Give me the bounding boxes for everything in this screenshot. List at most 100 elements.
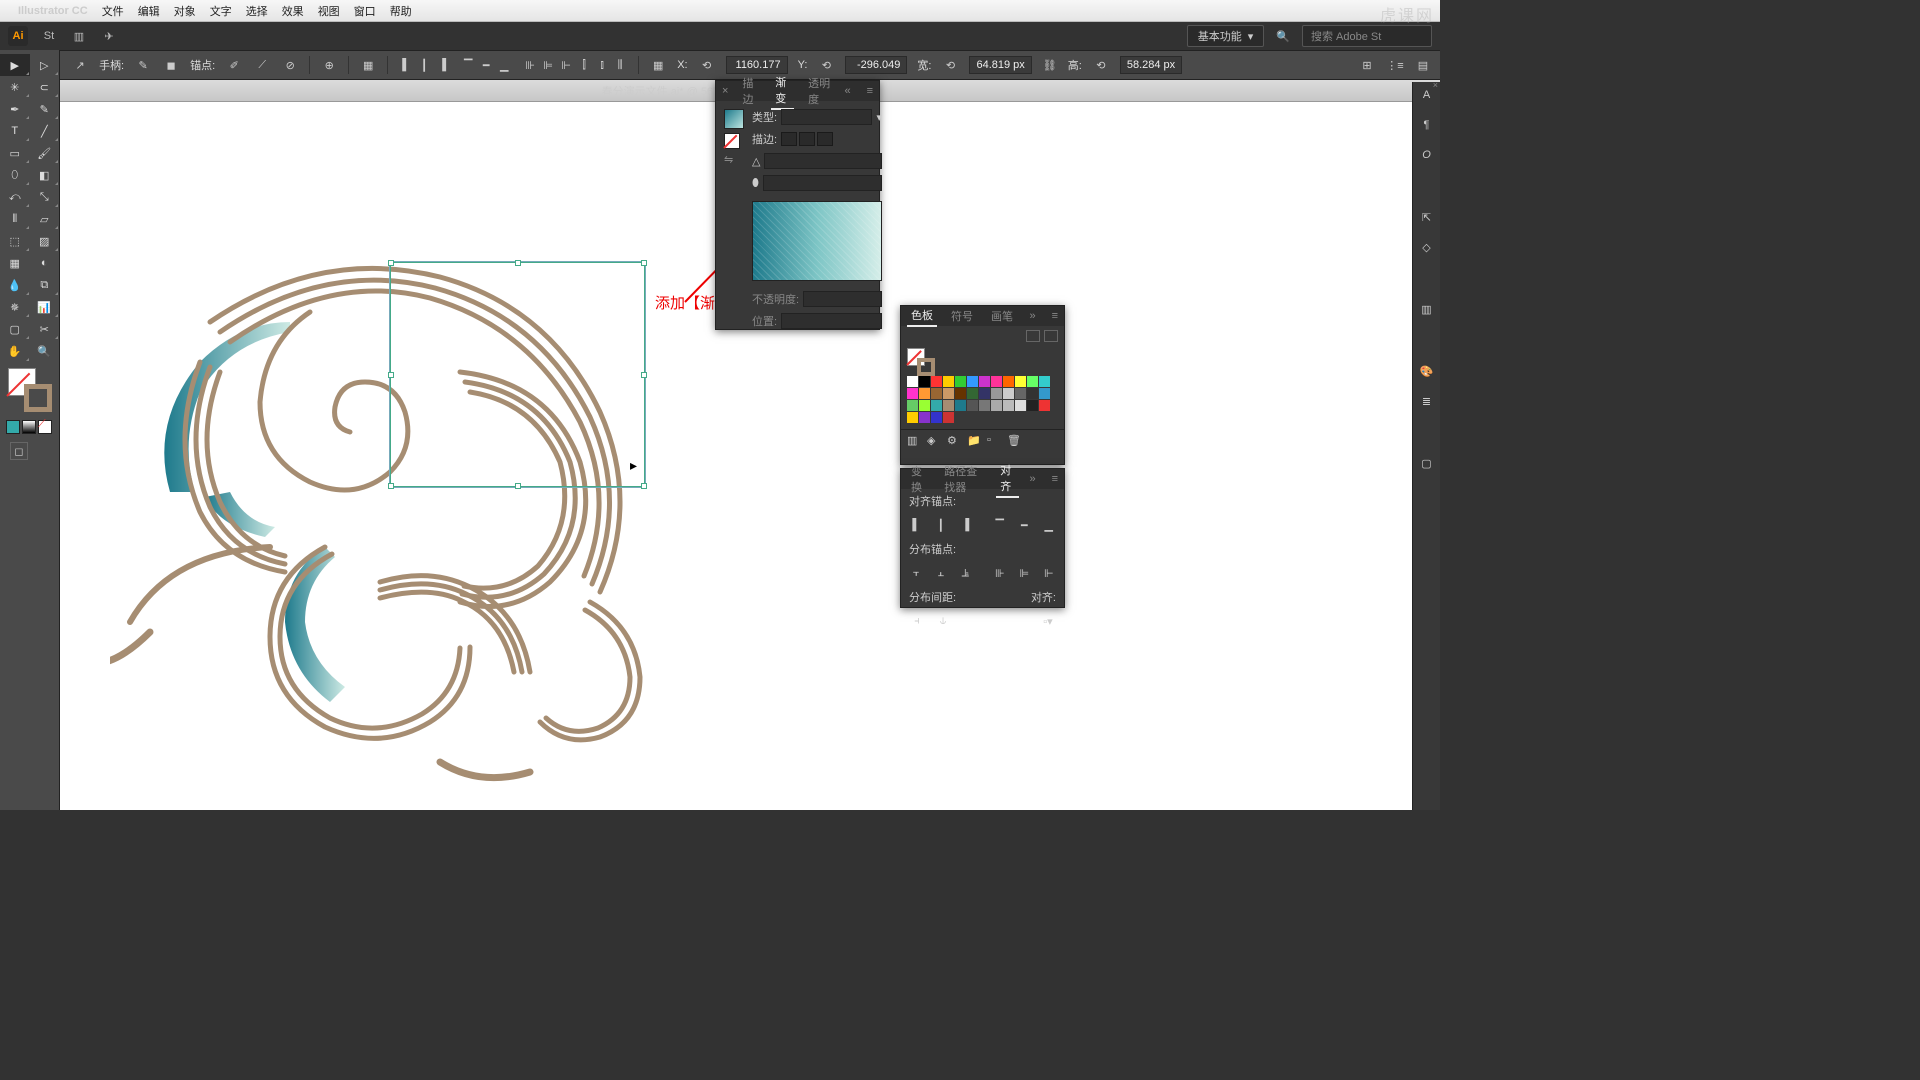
align-right-icon[interactable]: ▐ [958, 517, 973, 533]
y-link-icon[interactable]: ⟲ [817, 56, 835, 74]
swatch-grid[interactable] [901, 374, 1064, 425]
swatch-cell[interactable] [991, 400, 1002, 411]
align-hcenter-icon[interactable]: ┃ [934, 517, 949, 533]
app-name[interactable]: Illustrator CC [18, 5, 88, 17]
dist-bottom-icon[interactable]: ⫡ [958, 565, 973, 581]
x-link-icon[interactable]: ⟲ [698, 56, 716, 74]
menu-window[interactable]: 窗口 [354, 3, 376, 19]
swatch-cell[interactable] [919, 388, 930, 399]
swatch-fillstroke[interactable] [907, 348, 931, 372]
rotate-tool[interactable]: ⤺ [0, 186, 30, 208]
menu-edit[interactable]: 编辑 [138, 3, 160, 19]
swatch-cell[interactable] [967, 400, 978, 411]
position-input[interactable] [781, 313, 882, 329]
blend-tool[interactable]: ⧉ [30, 274, 60, 296]
tab-transform[interactable]: 变换 [907, 461, 930, 497]
swatch-cell[interactable] [943, 412, 954, 423]
handle-cut-icon[interactable]: ◼ [162, 56, 180, 74]
align-hcenter-icon[interactable]: ┃ [416, 56, 432, 74]
type-tool[interactable]: T [0, 120, 30, 142]
align-vcenter-icon[interactable]: ━ [1017, 517, 1032, 533]
swatch-cell[interactable] [955, 376, 966, 387]
arrange-icon[interactable]: ▥ [70, 27, 88, 45]
align-right-icon[interactable]: ▐ [434, 56, 450, 74]
workspace-dropdown[interactable]: 基本功能▾ [1187, 25, 1265, 47]
dock-glyphs-icon[interactable]: O [1418, 146, 1436, 164]
swatch-cell[interactable] [1039, 400, 1050, 411]
dist-hcenter-icon[interactable]: ⊫ [1017, 565, 1032, 581]
align-top-icon[interactable]: ▔ [993, 517, 1008, 533]
swatch-opts-icon[interactable]: ⚙ [947, 434, 961, 446]
selection-tool[interactable]: ▶ [0, 54, 30, 76]
rectangle-tool[interactable]: ▭ [0, 142, 30, 164]
swatch-cell[interactable] [919, 376, 930, 387]
gradient-tool[interactable]: ◐ [30, 252, 60, 274]
swatch-cell[interactable] [1027, 376, 1038, 387]
gradient-slider[interactable] [752, 201, 882, 281]
graph-tool[interactable]: 📊 [30, 296, 60, 318]
reverse-gradient-icon[interactable]: ⇋ [724, 153, 744, 166]
tab-brushes[interactable]: 画笔 [987, 306, 1017, 326]
tab-gradient[interactable]: 渐变 [771, 72, 794, 110]
shaper-tool[interactable]: ⬯ [0, 164, 30, 186]
swatch-cell[interactable] [979, 388, 990, 399]
swatch-cell[interactable] [1003, 376, 1014, 387]
dist-vspace-icon[interactable]: ⫞ [909, 613, 925, 629]
anchor-cut-icon[interactable]: ⊘ [281, 56, 299, 74]
new-group-icon[interactable]: 📁 [967, 434, 981, 446]
menu-object[interactable]: 对象 [174, 3, 196, 19]
eraser-tool[interactable]: ◧ [30, 164, 60, 186]
dist-hspace-icon[interactable]: ⫝ [935, 613, 951, 629]
draw-mode-icon[interactable]: ◻ [10, 442, 28, 460]
symbol-sprayer-tool[interactable]: ✵ [0, 296, 30, 318]
dock-paragraph-icon[interactable]: ¶ [1418, 116, 1436, 134]
panel-menu-icon[interactable]: ▤ [1414, 56, 1432, 74]
collapse-icon[interactable]: » [1029, 310, 1035, 322]
line-tool[interactable]: ╱ [30, 120, 60, 142]
align-left-icon[interactable]: ▌ [909, 517, 924, 533]
swatch-cell[interactable] [991, 388, 1002, 399]
swatch-cell[interactable] [967, 388, 978, 399]
none-swatch[interactable] [724, 133, 740, 149]
swatch-cell[interactable] [955, 400, 966, 411]
tab-stroke[interactable]: 描边 [738, 73, 761, 109]
gradient-type-dropdown[interactable] [781, 109, 872, 125]
dist-vcenter-icon[interactable]: ⫠ [934, 565, 949, 581]
dist-right-icon[interactable]: ⊩ [1042, 565, 1057, 581]
swatch-cell[interactable] [1039, 376, 1050, 387]
zoom-tool[interactable]: 🔍 [30, 340, 60, 362]
align-bottom-icon[interactable]: ▁ [496, 56, 512, 74]
selection-bounding-box[interactable] [390, 262, 645, 487]
search-icon[interactable]: 🔍 [1276, 30, 1290, 43]
tab-pathfinder[interactable]: 路径查找器 [940, 461, 986, 497]
menu-effect[interactable]: 效果 [282, 3, 304, 19]
swatch-cell[interactable] [955, 388, 966, 399]
panel-menu-icon[interactable]: ≡ [1052, 473, 1058, 485]
dist-h3-icon[interactable]: ⊩ [558, 56, 574, 74]
h-link-icon[interactable]: ⟲ [1092, 56, 1110, 74]
lasso-tool[interactable]: ⊂ [30, 76, 60, 98]
panel-menu-icon[interactable]: ≡ [867, 85, 873, 97]
swatch-cell[interactable] [1015, 400, 1026, 411]
swatch-cell[interactable] [919, 412, 930, 423]
dock-artboards-icon[interactable]: ▢ [1418, 454, 1436, 472]
dock-layers-icon[interactable]: ≣ [1418, 392, 1436, 410]
snap-pixel-icon[interactable]: ▦ [359, 56, 377, 74]
constrain-icon[interactable]: ⛓ [1042, 57, 1058, 73]
y-input[interactable]: -296.049 [845, 56, 907, 74]
list-view-icon[interactable] [1026, 330, 1040, 342]
dist-h1-icon[interactable]: ⊪ [522, 56, 538, 74]
scale-tool[interactable]: ⤡ [30, 186, 60, 208]
swatch-cell[interactable] [979, 400, 990, 411]
pin-icon[interactable]: ⊞ [1358, 56, 1376, 74]
swatch-cell[interactable] [1003, 400, 1014, 411]
dist-h2-icon[interactable]: ⊫ [540, 56, 556, 74]
shape-builder-tool[interactable]: ⬚ [0, 230, 30, 252]
stroke-grad-1-icon[interactable] [781, 132, 797, 146]
swatch-cell[interactable] [931, 400, 942, 411]
dist-v2-icon[interactable]: ⫾ [594, 56, 610, 74]
mesh-tool[interactable]: ▦ [0, 252, 30, 274]
swatch-cell[interactable] [907, 388, 918, 399]
swatch-cell[interactable] [1015, 388, 1026, 399]
direct-selection-tool[interactable]: ▷ [30, 54, 60, 76]
